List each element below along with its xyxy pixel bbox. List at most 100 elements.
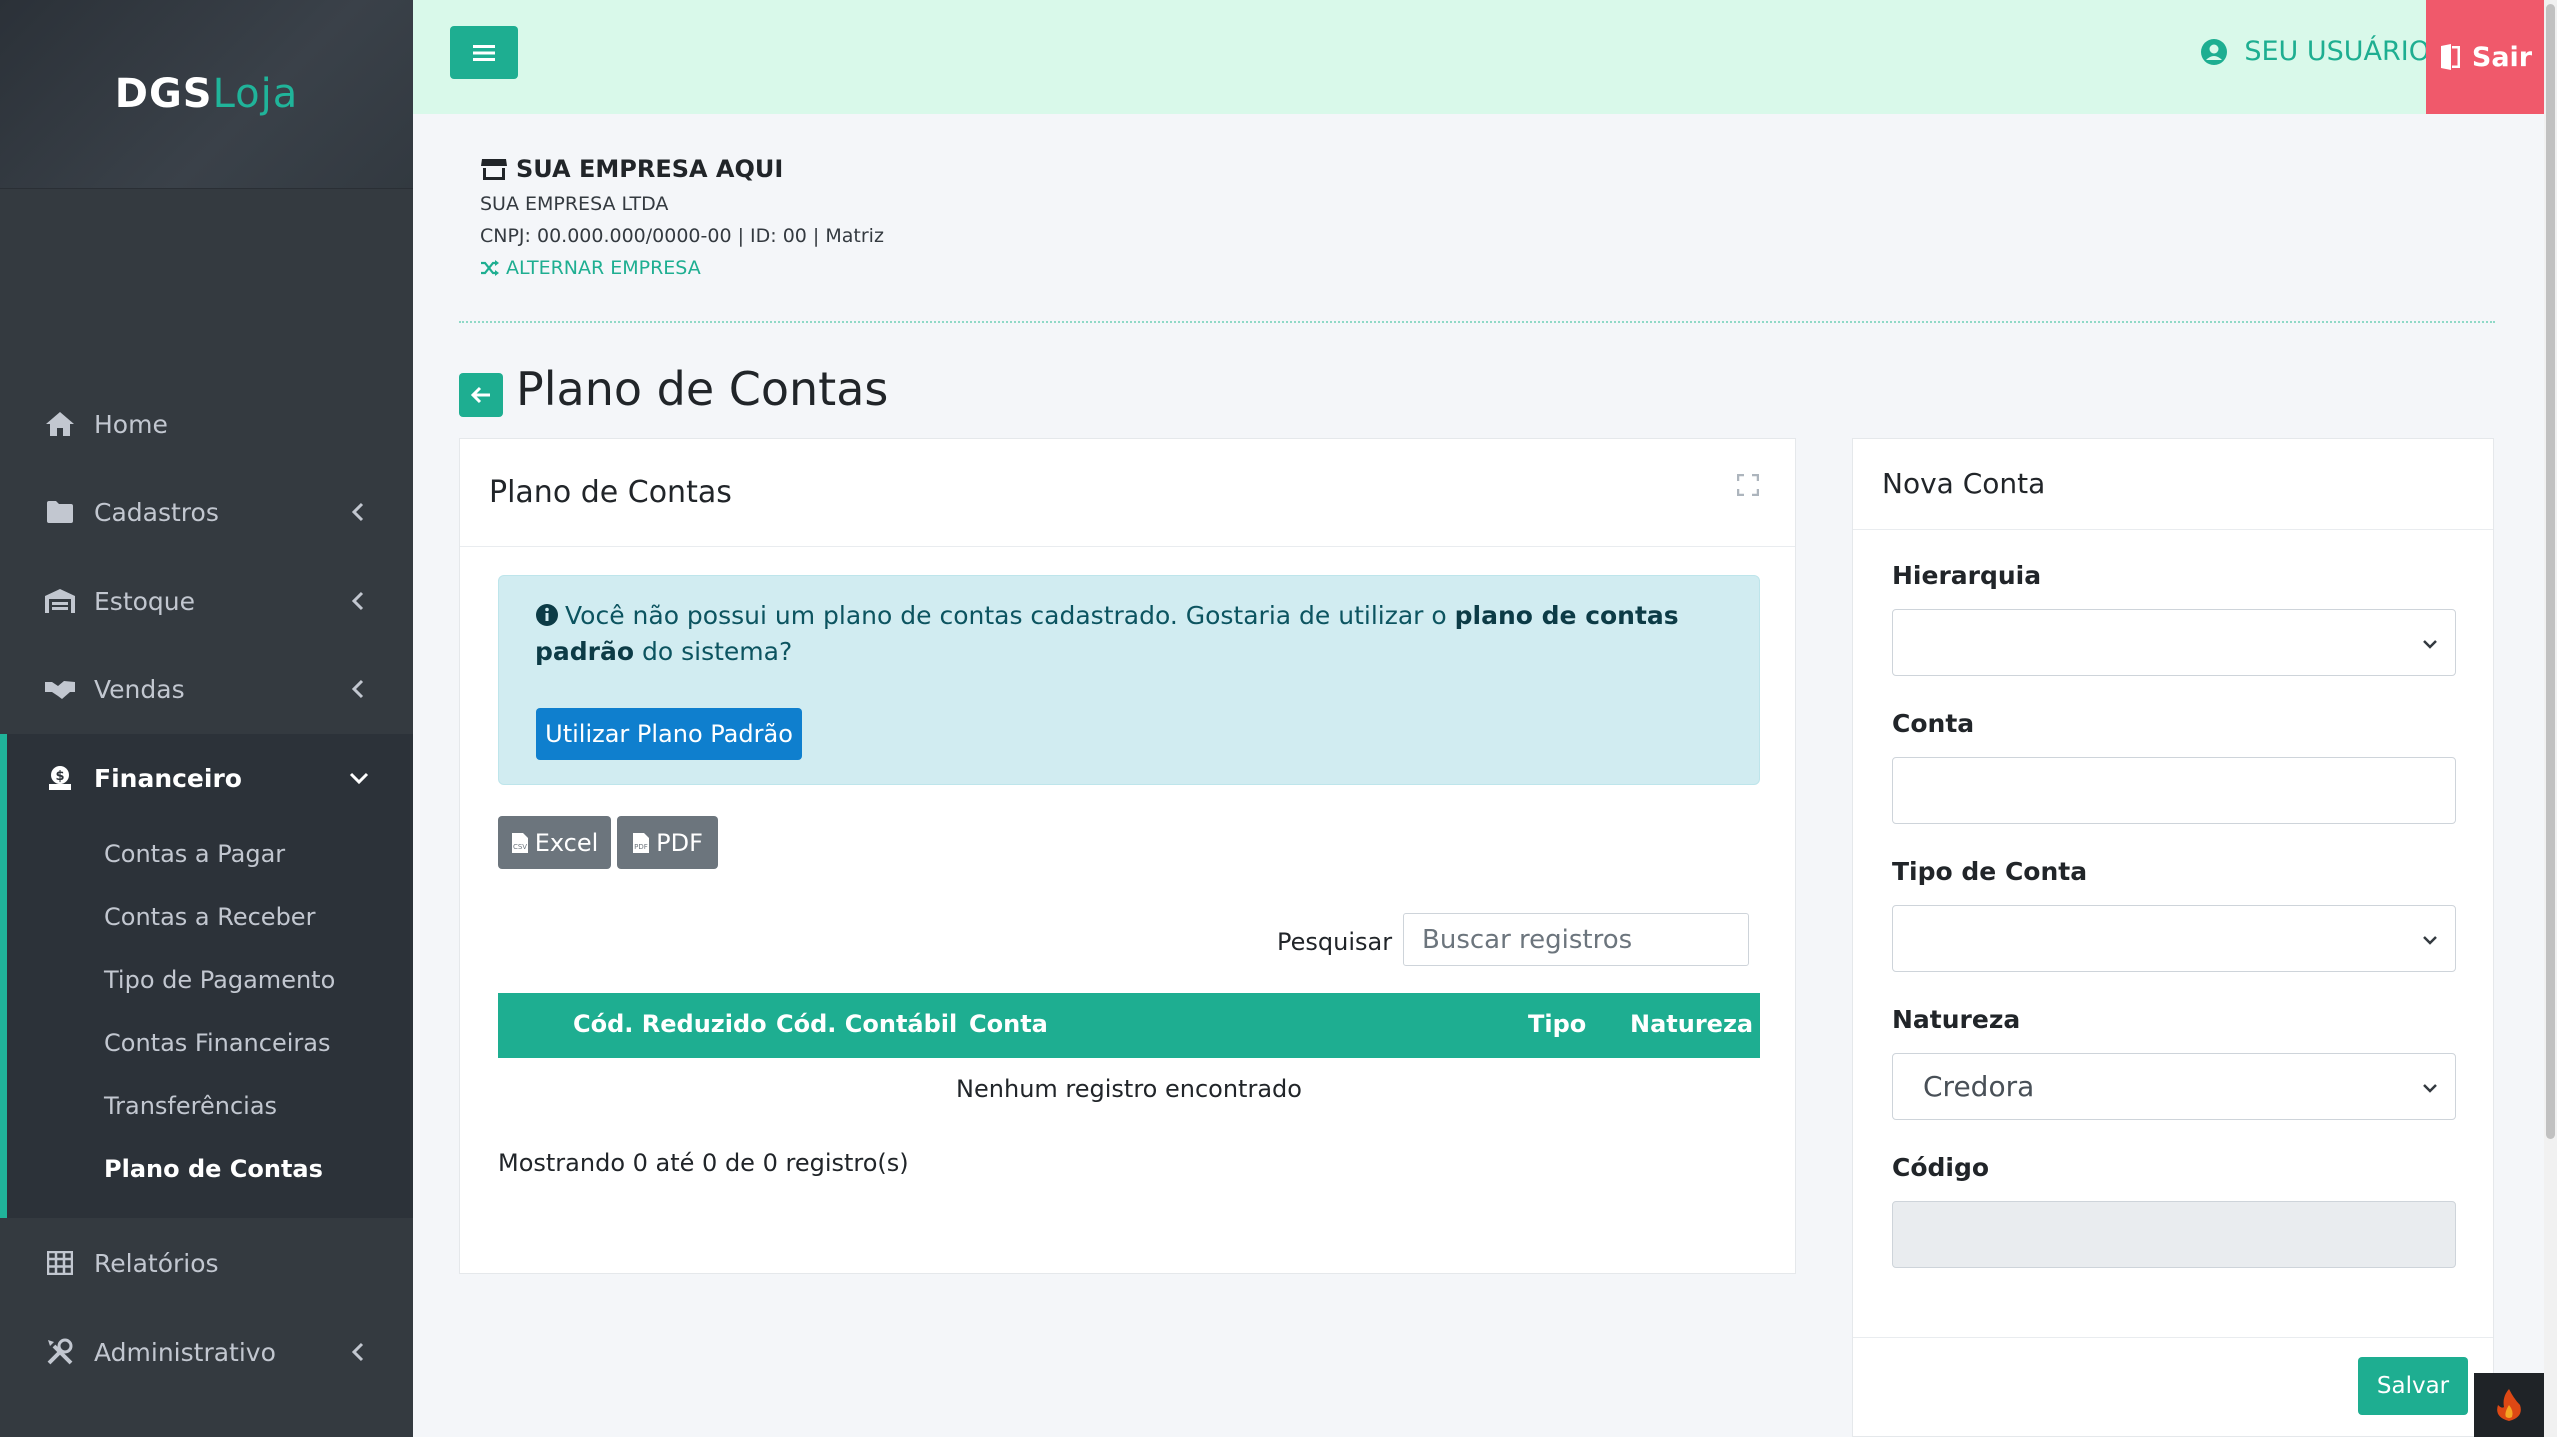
company-details: CNPJ: 00.000.000/0000-00 | ID: 00 | Matr… (480, 225, 884, 247)
tipo-conta-select[interactable] (1892, 905, 2456, 972)
chevron-down-icon (2423, 640, 2437, 649)
new-account-form: Nova Conta Hierarquia Conta Tipo de Cont… (1852, 438, 2494, 1437)
chevron-down-icon (349, 772, 369, 785)
form-footer-divider (1853, 1337, 2493, 1338)
page-scrollbar[interactable] (2544, 0, 2557, 1437)
sidebar-subitem-contas-pagar[interactable]: Contas a Pagar (104, 840, 285, 868)
sidebar-item-relatorios[interactable]: Relatórios (0, 1223, 413, 1303)
expand-icon[interactable] (1737, 474, 1759, 496)
user-name: SEU USUÁRIO (2244, 36, 2430, 67)
money-icon: $ (44, 762, 76, 794)
company-name: SUA EMPRESA AQUI (480, 155, 884, 183)
file-excel-icon: CSV (511, 832, 528, 853)
hamburger-icon (473, 44, 495, 61)
col-conta[interactable]: Conta (969, 1010, 1048, 1038)
flame-icon (2497, 1389, 2521, 1421)
use-default-plan-button[interactable]: Utilizar Plano Padrão (536, 708, 802, 760)
home-icon (44, 408, 76, 440)
export-excel-button[interactable]: CSV Excel (498, 816, 611, 869)
debug-toolbar-toggle[interactable] (2474, 1373, 2544, 1437)
svg-text:PDF: PDF (634, 843, 648, 851)
sidebar-item-home[interactable]: Home (0, 384, 413, 464)
brand-accent: Loja (212, 71, 299, 117)
svg-text:CSV: CSV (513, 843, 527, 851)
form-card-header: Nova Conta (1853, 439, 2493, 530)
sidebar-subitem-tipo-pagamento[interactable]: Tipo de Pagamento (104, 966, 335, 994)
scrollbar-thumb[interactable] (2546, 4, 2555, 1139)
switch-company-label: ALTERNAR EMPRESA (506, 257, 701, 279)
sidebar-subitem-contas-financeiras[interactable]: Contas Financeiras (104, 1029, 330, 1057)
natureza-select[interactable]: Credora (1892, 1053, 2456, 1120)
table-info: Mostrando 0 até 0 de 0 registro(s) (498, 1149, 909, 1177)
info-alert: Você não possui um plano de contas cadas… (498, 575, 1760, 785)
alert-text-before: Você não possui um plano de contas cadas… (565, 601, 1455, 630)
natureza-label: Natureza (1892, 1005, 2021, 1034)
sidebar-item-administrativo[interactable]: Administrativo (0, 1312, 413, 1392)
codigo-label: Código (1892, 1153, 1990, 1182)
conta-label: Conta (1892, 709, 1975, 738)
col-cod-contabil[interactable]: Cód. Contábil (776, 1010, 957, 1038)
chevron-down-icon (2423, 1084, 2437, 1093)
info-circle-icon (535, 603, 559, 627)
export-excel-label: Excel (534, 828, 599, 857)
brand-main: DGS (114, 71, 213, 117)
table-empty-message: Nenhum registro encontrado (956, 1075, 1302, 1103)
menu-toggle-button[interactable] (450, 26, 518, 79)
col-natureza[interactable]: Natureza (1630, 1010, 1753, 1038)
sidebar-item-label: Relatórios (94, 1248, 219, 1278)
card-title: Plano de Contas (489, 475, 732, 510)
warehouse-icon (44, 585, 76, 617)
tools-icon (44, 1336, 76, 1368)
logout-label: Sair (2471, 41, 2533, 73)
col-tipo[interactable]: Tipo (1528, 1010, 1586, 1038)
logout-button[interactable]: Sair (2426, 0, 2544, 114)
sidebar-subitem-plano-contas[interactable]: Plano de Contas (104, 1155, 323, 1183)
search-input[interactable] (1403, 913, 1749, 966)
chevron-left-icon (351, 1342, 364, 1362)
sidebar-item-cadastros[interactable]: Cadastros (0, 472, 413, 552)
arrow-left-icon (470, 386, 490, 404)
sidebar-subitem-transferencias[interactable]: Transferências (104, 1092, 277, 1120)
store-icon (481, 159, 507, 180)
table-header: Cód. Reduzido Cód. Contábil Conta Tipo N… (498, 993, 1760, 1058)
company-legal-name: SUA EMPRESA LTDA (480, 193, 669, 215)
chevron-left-icon (351, 502, 364, 522)
chevron-down-icon (2423, 936, 2437, 945)
codigo-input (1892, 1201, 2456, 1268)
card-header: Plano de Contas (460, 439, 1795, 547)
top-navbar: SEU USUÁRIO (413, 0, 2544, 114)
sidebar-item-label: Administrativo (94, 1337, 276, 1367)
sidebar-item-vendas[interactable]: Vendas (0, 649, 413, 729)
file-pdf-icon: PDF (633, 832, 650, 853)
conta-input[interactable] (1892, 757, 2456, 824)
sidebar-item-label: Vendas (94, 674, 185, 704)
company-name-text: SUA EMPRESA AQUI (516, 155, 784, 183)
natureza-value: Credora (1923, 1070, 2035, 1103)
switch-company-link[interactable]: ALTERNAR EMPRESA (480, 257, 884, 279)
back-button[interactable] (459, 373, 503, 417)
door-exit-icon (2440, 44, 2460, 70)
sidebar: DGSLoja Home Cadastros Estoque Vendas $ … (0, 0, 413, 1437)
hierarquia-select[interactable] (1892, 609, 2456, 676)
alert-text-after: do sistema? (634, 637, 793, 666)
svg-text:$: $ (55, 769, 64, 784)
brand-logo[interactable]: DGSLoja (0, 0, 413, 189)
search-label: Pesquisar (1277, 928, 1393, 956)
sidebar-item-estoque[interactable]: Estoque (0, 561, 413, 641)
sidebar-item-label: Cadastros (94, 497, 219, 527)
sidebar-subitem-contas-receber[interactable]: Contas a Receber (104, 903, 315, 931)
user-menu[interactable]: SEU USUÁRIO (2200, 36, 2430, 67)
shuffle-icon (481, 260, 499, 276)
handshake-icon (44, 673, 76, 705)
accounts-plan-card: Plano de Contas Você não possui um plano… (459, 438, 1796, 1274)
form-card-title: Nova Conta (1882, 467, 2046, 500)
save-button[interactable]: Salvar (2358, 1357, 2468, 1415)
col-cod-reduzido[interactable]: Cód. Reduzido (573, 1010, 767, 1038)
page-title: Plano de Contas (516, 362, 889, 416)
table-icon (44, 1247, 76, 1279)
sidebar-item-label: Financeiro (94, 763, 242, 793)
tipo-conta-label: Tipo de Conta (1892, 857, 2088, 886)
export-pdf-button[interactable]: PDF PDF (617, 816, 718, 869)
user-circle-icon (2201, 38, 2228, 65)
sidebar-item-financeiro[interactable]: $ Financeiro (0, 738, 413, 818)
